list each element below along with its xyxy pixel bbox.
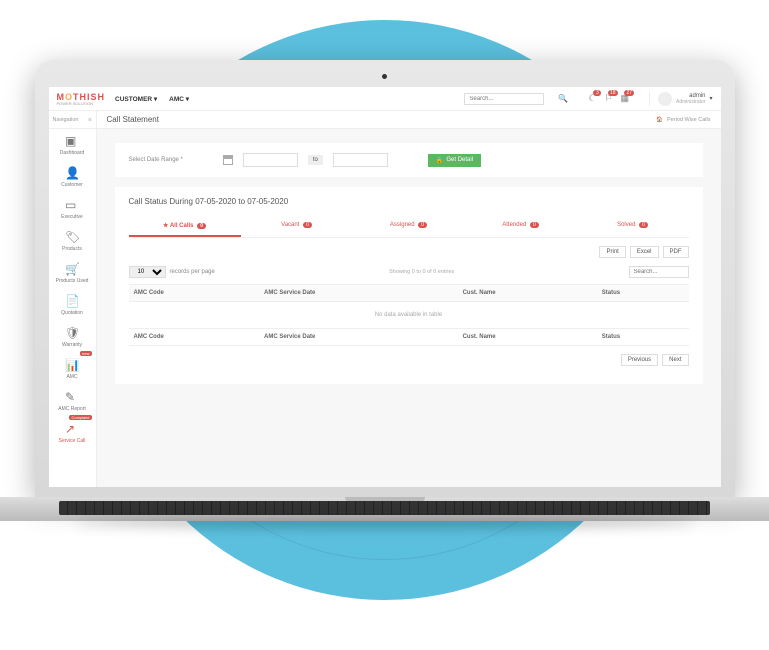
sidebar-item-amc-report[interactable]: ✎AMC Report xyxy=(49,385,96,417)
date-from-input[interactable] xyxy=(243,153,298,167)
calendar-icon[interactable] xyxy=(223,155,233,165)
print-button[interactable]: Print xyxy=(599,246,625,258)
logo: MOTHISH POWER SOLUTION xyxy=(57,92,106,106)
search-input[interactable] xyxy=(464,93,544,105)
get-detail-button[interactable]: 🔒 Get Detail xyxy=(428,154,481,167)
column-header[interactable]: Status xyxy=(597,285,689,302)
page-title: Call Statement xyxy=(107,115,159,124)
sidebar-heading: Navigation xyxy=(53,117,79,123)
home-icon[interactable]: 🏠 xyxy=(656,117,663,123)
column-footer: AMC Code xyxy=(129,329,260,346)
date-to-input[interactable] xyxy=(333,153,388,167)
chevron-down-icon: ▾ xyxy=(709,95,712,102)
pager-previous[interactable]: Previous xyxy=(621,354,658,366)
data-table: AMC CodeAMC Service DateCust. NameStatus… xyxy=(129,284,689,346)
breadcrumb: 🏠 Period Wise Calls xyxy=(656,117,710,123)
sidebar-item-customer[interactable]: 👤Customer xyxy=(49,161,96,193)
showing-info: Showing 0 to 0 of 0 entries xyxy=(215,269,629,275)
avatar xyxy=(658,92,672,106)
to-label: to xyxy=(308,155,323,165)
tab-solved[interactable]: Solved 0 xyxy=(577,216,689,237)
webcam xyxy=(382,74,387,79)
menu-amc[interactable]: AMC ▾ xyxy=(169,95,189,103)
search-icon[interactable]: 🔍 xyxy=(558,94,568,103)
status-tabs: ★ All Calls 0Vacant 0Assigned 0Attended … xyxy=(129,216,689,238)
filter-bar: Select Date Range * to 🔒 Get Detail xyxy=(115,143,703,177)
column-footer: Cust. Name xyxy=(458,329,597,346)
app-screen: MOTHISH POWER SOLUTION CUSTOMER ▾ AMC ▾ … xyxy=(49,87,721,487)
sidebar-item-products[interactable]: 🏷Products xyxy=(49,225,96,257)
notification-grid[interactable]: ▦27 xyxy=(621,93,630,104)
notification-flag[interactable]: ⚐18 xyxy=(604,93,612,104)
notification-bell[interactable]: ☾3 xyxy=(588,93,596,104)
column-footer: Status xyxy=(597,329,689,346)
sidebar: Navigation ≡ ▣Dashboard👤Customer▭Executi… xyxy=(49,111,97,487)
empty-message: No data available in table xyxy=(129,302,689,329)
pager-next[interactable]: Next xyxy=(662,354,688,366)
panel-title: Call Status During 07-05-2020 to 07-05-2… xyxy=(129,197,689,206)
column-header[interactable]: AMC Service Date xyxy=(259,285,458,302)
sidebar-item-service-call[interactable]: Complaint↗Service Call xyxy=(49,417,96,449)
column-header[interactable]: AMC Code xyxy=(129,285,260,302)
table-search-input[interactable] xyxy=(629,266,689,278)
sidebar-item-products-used[interactable]: 🛒Products Used xyxy=(49,257,96,289)
sidebar-item-dashboard[interactable]: ▣Dashboard xyxy=(49,129,96,161)
user-menu[interactable]: admin Administrator ▾ xyxy=(649,92,712,106)
tab-attended[interactable]: Attended 0 xyxy=(465,216,577,237)
sidebar-item-quotation[interactable]: 📄Quotation xyxy=(49,289,96,321)
tab-assigned[interactable]: Assigned 0 xyxy=(353,216,465,237)
sidebar-item-executive[interactable]: ▭Executive xyxy=(49,193,96,225)
tab-vacant[interactable]: Vacant 0 xyxy=(241,216,353,237)
date-range-label: Select Date Range * xyxy=(129,157,183,163)
records-per-page-select[interactable]: 10 xyxy=(129,266,166,278)
sidebar-toggle-icon[interactable]: ≡ xyxy=(88,117,91,123)
tab-all-calls[interactable]: ★ All Calls 0 xyxy=(129,216,241,237)
per-page-label: records per page xyxy=(170,269,215,275)
menu-customer[interactable]: CUSTOMER ▾ xyxy=(115,95,157,103)
sidebar-item-amc[interactable]: new📊AMC xyxy=(49,353,96,385)
excel-button[interactable]: Excel xyxy=(630,246,659,258)
lock-icon: 🔒 xyxy=(436,157,443,164)
column-header[interactable]: Cust. Name xyxy=(458,285,597,302)
topbar: MOTHISH POWER SOLUTION CUSTOMER ▾ AMC ▾ … xyxy=(49,87,721,111)
column-footer: AMC Service Date xyxy=(259,329,458,346)
pdf-button[interactable]: PDF xyxy=(663,246,689,258)
sidebar-item-warranty[interactable]: 🛡Warranty xyxy=(49,321,96,353)
